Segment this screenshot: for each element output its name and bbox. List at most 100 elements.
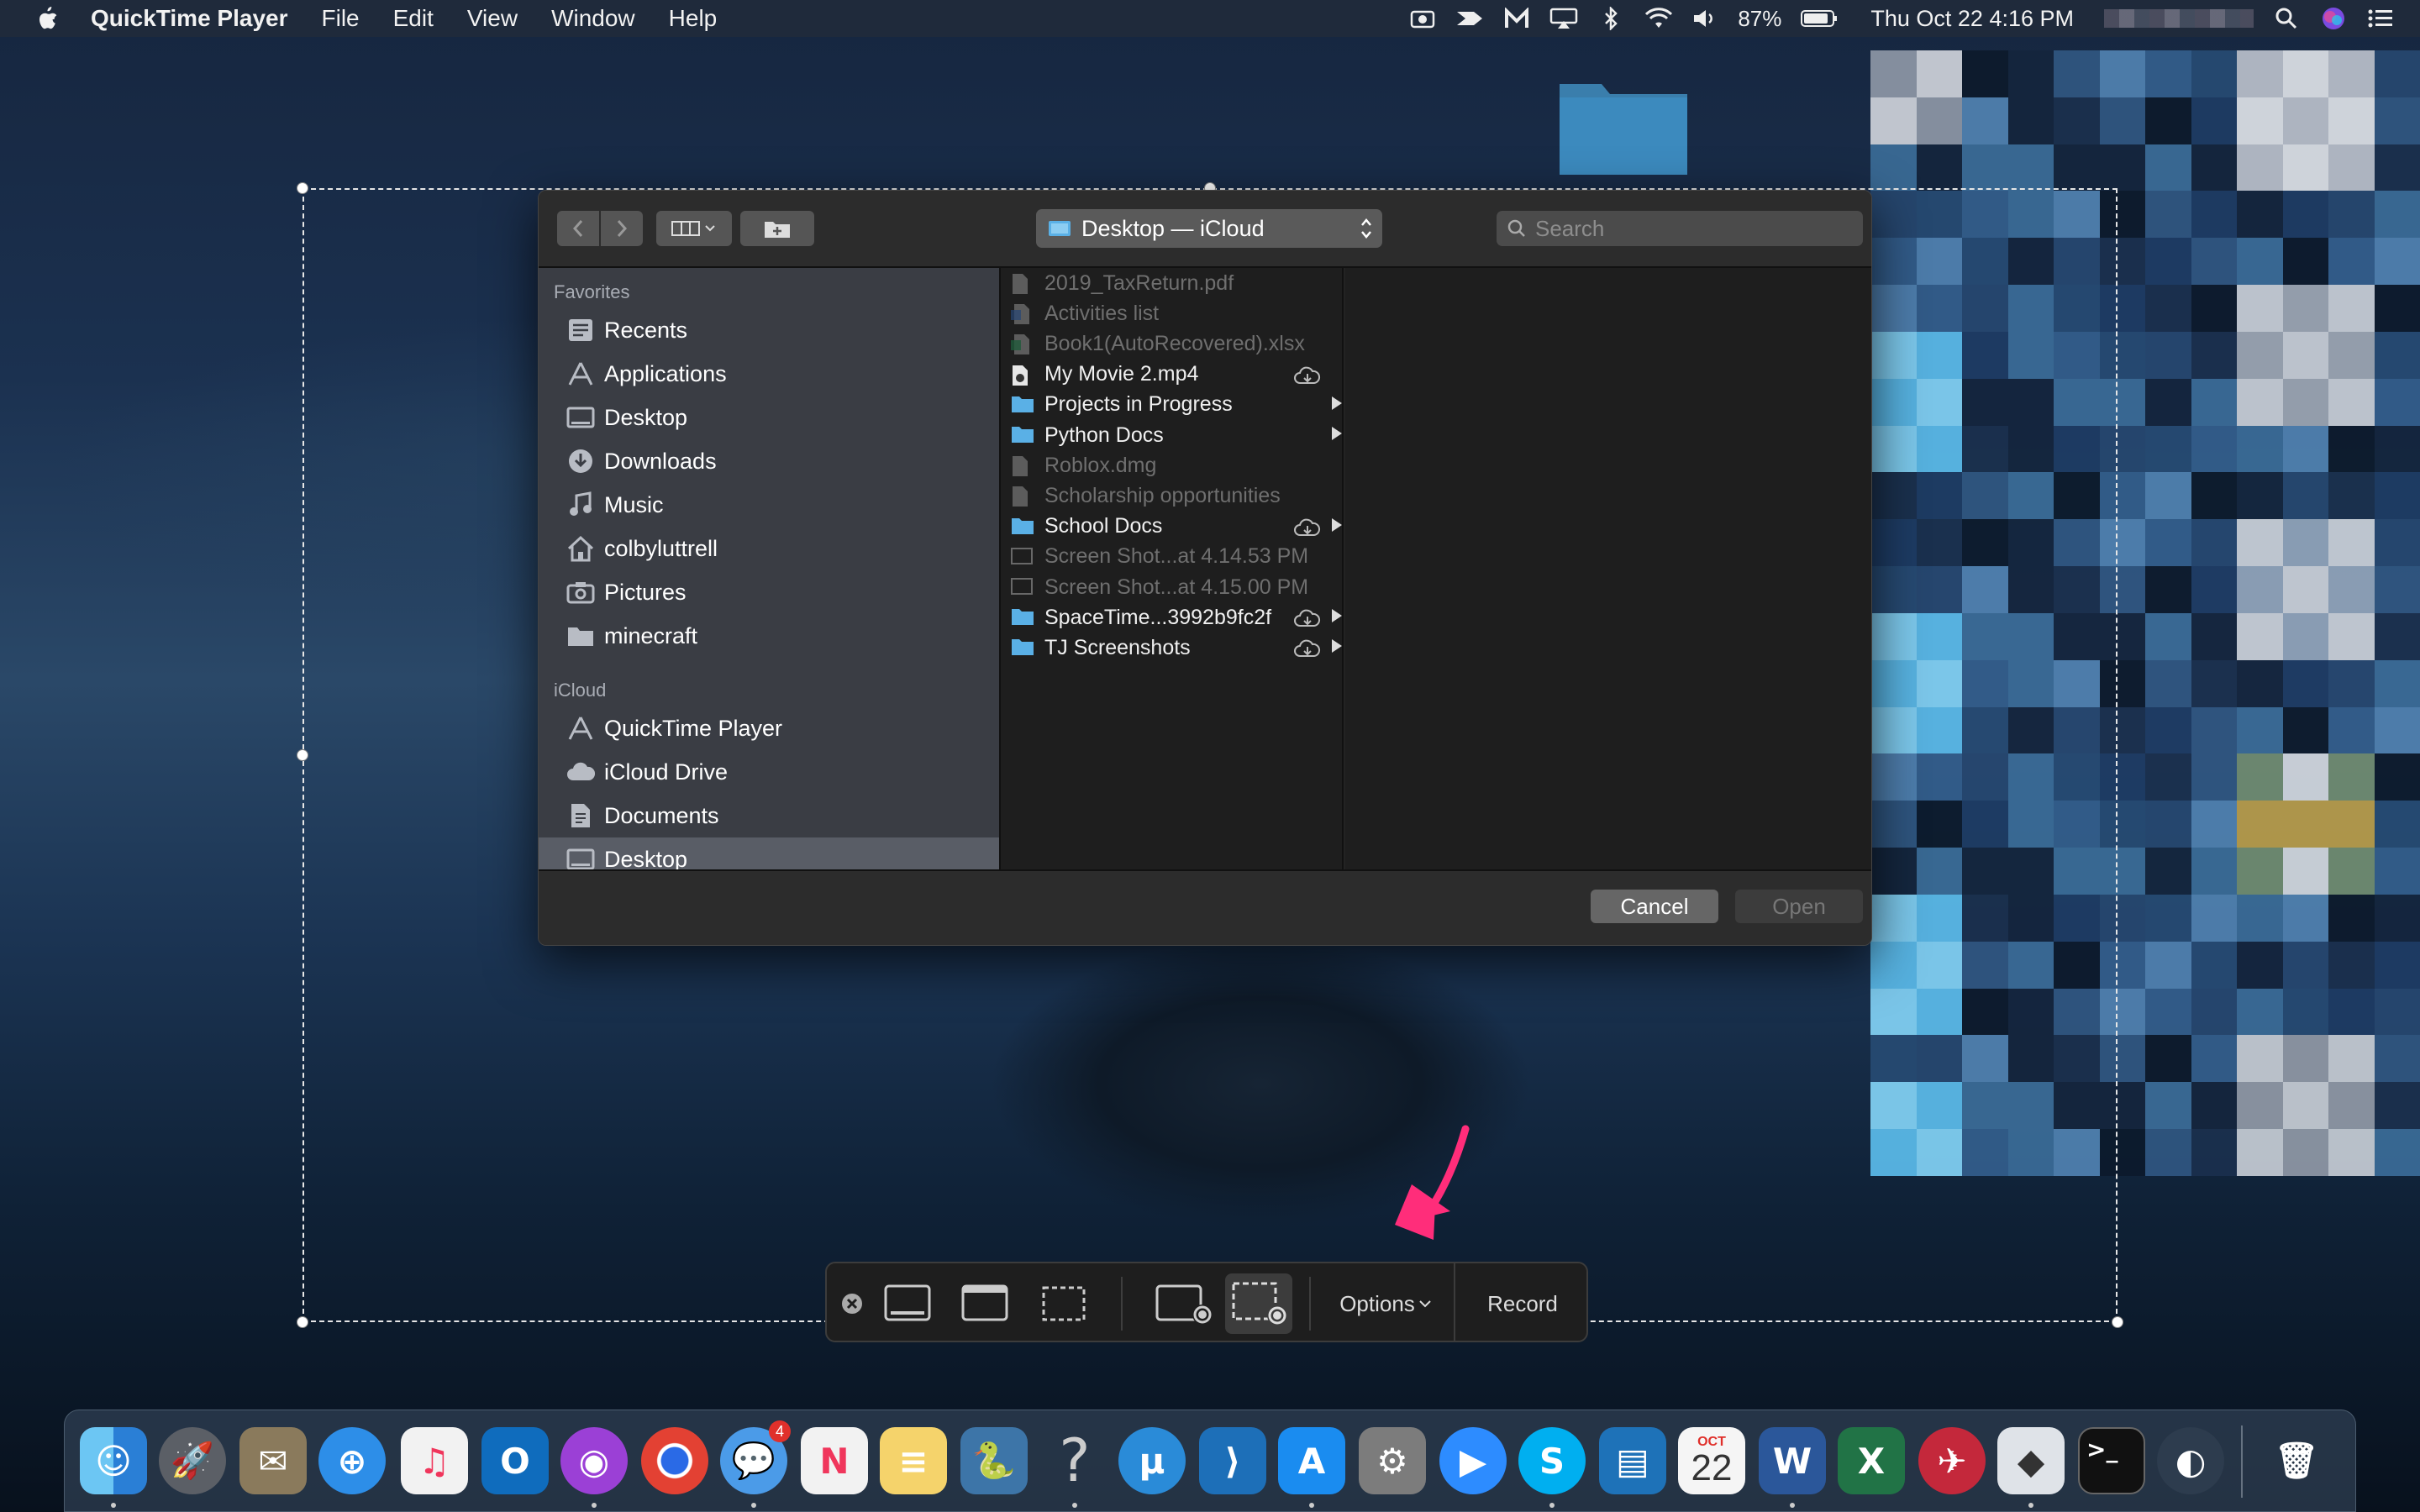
record-button[interactable]: Record xyxy=(1457,1280,1588,1327)
icloud-download-icon[interactable] xyxy=(1293,365,1322,391)
app-store-icon[interactable]: A xyxy=(1278,1427,1345,1494)
roblox-icon[interactable]: ◆ xyxy=(1997,1427,2065,1494)
arrows-menu-icon[interactable] xyxy=(1455,8,1484,29)
menu-help[interactable]: Help xyxy=(669,5,718,32)
menu-file[interactable]: File xyxy=(322,5,360,32)
notification-center-icon[interactable] xyxy=(2366,8,2395,29)
music-app-icon[interactable]: ♫ xyxy=(401,1427,468,1494)
icloud-download-icon[interactable] xyxy=(1293,517,1322,543)
pixel-block xyxy=(2282,659,2328,707)
volume-icon[interactable] xyxy=(1691,8,1719,29)
capture-selection-icon[interactable] xyxy=(1030,1280,1097,1327)
menu-clock[interactable]: Thu Oct 22 4:16 PM xyxy=(1870,6,2074,32)
excel-icon[interactable]: X xyxy=(1838,1427,1905,1494)
mu-editor-icon[interactable]: μ xyxy=(1118,1427,1186,1494)
open-file-dialog: Desktop — iCloud Search Favorites Recent… xyxy=(538,190,1872,946)
file-row[interactable]: SpaceTime...3992b9fc2f xyxy=(1001,602,1345,633)
airplay-icon[interactable] xyxy=(1549,8,1578,29)
recorder-icon[interactable]: ◐ xyxy=(2157,1427,2224,1494)
sidebar-item-icloud-drive[interactable]: iCloud Drive xyxy=(539,750,999,794)
news-icon[interactable]: N xyxy=(801,1427,868,1494)
forward-button[interactable] xyxy=(601,211,643,246)
battery-icon[interactable] xyxy=(1800,8,1839,29)
calendar-icon[interactable]: OCT 22 xyxy=(1678,1427,1745,1494)
file-row[interactable]: TJ Screenshots xyxy=(1001,633,1345,663)
pixel-block xyxy=(2145,519,2191,567)
pixel-block xyxy=(2237,144,2283,192)
airmail-icon[interactable]: ✈ xyxy=(1918,1427,1986,1494)
safari-icon[interactable]: ⊕ xyxy=(318,1427,386,1494)
skype-icon[interactable]: S xyxy=(1518,1427,1586,1494)
notes-icon[interactable]: ≡ xyxy=(880,1427,947,1494)
menu-view[interactable]: View xyxy=(467,5,518,32)
location-popup[interactable]: Desktop — iCloud xyxy=(1036,209,1382,248)
selection-handle[interactable] xyxy=(2112,1316,2123,1328)
capture-entire-screen-icon[interactable] xyxy=(874,1280,941,1327)
view-mode-button[interactable] xyxy=(656,211,732,246)
search-field[interactable]: Search xyxy=(1497,211,1863,246)
siri-icon[interactable] xyxy=(2319,8,2348,29)
trash-icon[interactable]: 🗑 xyxy=(2263,1427,2330,1494)
folder-icon xyxy=(1011,607,1034,627)
close-toolbar-button[interactable] xyxy=(837,1280,867,1327)
menu-edit[interactable]: Edit xyxy=(393,5,434,32)
sidebar-item-music[interactable]: Music xyxy=(539,483,999,527)
record-entire-screen-icon[interactable] xyxy=(1146,1280,1222,1327)
file-row[interactable]: School Docs xyxy=(1001,512,1345,542)
record-selected-portion-icon[interactable] xyxy=(1225,1273,1292,1334)
cancel-button[interactable]: Cancel xyxy=(1591,890,1718,923)
running-indicator xyxy=(1309,1503,1314,1508)
python-icon[interactable]: 🐍 xyxy=(960,1427,1028,1494)
battery-percent[interactable]: 87% xyxy=(1738,6,1781,32)
malwarebytes-icon[interactable] xyxy=(1502,8,1531,29)
spotlight-search-icon[interactable] xyxy=(2272,8,2301,29)
icloud-download-icon[interactable] xyxy=(1293,638,1322,664)
selection-handle[interactable] xyxy=(297,182,308,194)
sidebar-item-applications[interactable]: Applications xyxy=(539,352,999,396)
pixel-block xyxy=(2282,191,2328,239)
system-preferences-icon[interactable]: ⚙ xyxy=(1359,1427,1426,1494)
launchpad-icon[interactable]: 🚀 xyxy=(159,1427,226,1494)
sidebar-item-minecraft[interactable]: minecraft xyxy=(539,614,999,658)
sidebar-item-documents[interactable]: Documents xyxy=(539,794,999,837)
sidebar-item-quicktime-player[interactable]: QuickTime Player xyxy=(539,706,999,750)
finder-icon[interactable]: ☺ xyxy=(80,1427,147,1494)
sidebar-item-desktop[interactable]: Desktop xyxy=(539,396,999,439)
new-folder-button[interactable] xyxy=(740,211,814,246)
apple-menu-icon[interactable] xyxy=(34,5,59,32)
capture-window-icon[interactable] xyxy=(951,1280,1018,1327)
terminal-icon[interactable]: >_ xyxy=(2078,1427,2145,1494)
trello-icon[interactable]: ▤ xyxy=(1599,1427,1666,1494)
podcasts-icon[interactable]: ◉ xyxy=(560,1427,628,1494)
help-icon[interactable]: ? xyxy=(1041,1426,1108,1495)
sidebar-item-pictures[interactable]: Pictures xyxy=(539,570,999,614)
vscode-icon[interactable]: ⟩ xyxy=(1199,1427,1266,1494)
chrome-icon[interactable] xyxy=(641,1427,708,1494)
word-icon[interactable]: W xyxy=(1759,1427,1826,1494)
pixel-block xyxy=(2374,50,2420,97)
sidebar-item-colbyluttrell[interactable]: colbyluttrell xyxy=(539,527,999,570)
outlook-icon[interactable]: O xyxy=(481,1427,549,1494)
wifi-icon[interactable] xyxy=(1644,8,1673,29)
menu-window[interactable]: Window xyxy=(551,5,635,32)
selection-handle[interactable] xyxy=(297,1316,308,1328)
file-row[interactable]: Python Docs xyxy=(1001,420,1345,450)
pixel-block xyxy=(2282,519,2328,567)
file-row[interactable]: Projects in Progress xyxy=(1001,390,1345,420)
bluetooth-icon[interactable] xyxy=(1597,7,1625,30)
desktop-folder-icon[interactable] xyxy=(1556,72,1691,178)
sidebar-item-recents[interactable]: Recents xyxy=(539,308,999,352)
back-button[interactable] xyxy=(557,211,599,246)
icloud-download-icon[interactable] xyxy=(1293,608,1322,634)
file-name: Python Docs xyxy=(1044,423,1164,447)
zoom-icon[interactable]: ▶ xyxy=(1439,1427,1507,1494)
options-menu-button[interactable]: Options xyxy=(1323,1280,1449,1327)
open-button[interactable]: Open xyxy=(1735,890,1863,923)
menu-app-name[interactable]: QuickTime Player xyxy=(91,5,288,32)
preview-icon[interactable]: ✉ xyxy=(239,1427,307,1494)
user-name-blurred[interactable] xyxy=(2104,9,2254,28)
sidebar-item-downloads[interactable]: Downloads xyxy=(539,439,999,483)
screen-record-status-icon[interactable] xyxy=(1408,8,1437,29)
selection-handle[interactable] xyxy=(297,749,308,761)
file-row[interactable]: My Movie 2.mp4 xyxy=(1001,360,1345,390)
